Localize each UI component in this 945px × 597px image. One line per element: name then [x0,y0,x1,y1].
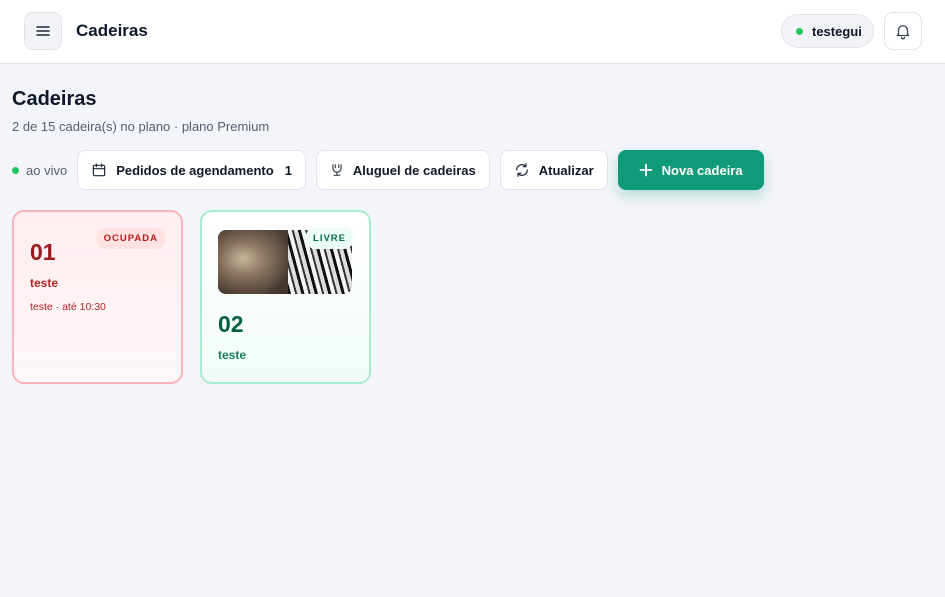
chair-name: teste [218,348,247,362]
new-chair-label: Nova cadeira [661,162,743,178]
booking-info: teste · até 10:30 [30,301,106,313]
plus-icon [639,163,653,177]
refresh-label: Atualizar [538,162,594,178]
status-badge: LIVRE [305,228,354,249]
hamburger-menu-icon [36,26,50,36]
chair-card-01[interactable]: OCUPADA 01 teste teste · até 10:30 [12,210,183,384]
toolbar: ao vivo Pedidos de agendamento 1 Aluguel… [12,150,774,190]
username: testegui [812,23,862,39]
refresh-icon [515,163,528,177]
live-label: ao vivo [26,162,68,178]
plan-summary: 2 de 15 cadeira(s) no plano · plano Prem… [12,119,270,134]
chair-rental-button[interactable]: Aluguel de cadeiras [315,150,490,190]
chair-number: 01 [30,239,56,265]
app-title: Cadeiras [76,21,148,40]
chair-rental-label: Aluguel de cadeiras [352,162,476,178]
photo-left-region [218,230,288,294]
appointment-requests-button[interactable]: Pedidos de agendamento 1 [77,150,306,190]
chair-name: teste [30,276,59,290]
top-bar: Cadeiras testegui [0,0,945,64]
refresh-button[interactable]: Atualizar [499,150,608,190]
notifications-button[interactable] [884,12,922,50]
new-chair-button[interactable]: Nova cadeira [617,150,764,190]
online-status-dot [796,27,803,35]
chair-card-02[interactable]: LIVRE 02 teste [200,210,371,384]
appointment-requests-label: Pedidos de agendamento [116,162,274,178]
chair-number: 02 [218,311,244,337]
chair-icon [332,164,342,176]
menu-button[interactable] [24,12,62,50]
status-badge: OCUPADA [95,228,166,249]
bell-icon [896,25,910,40]
calendar-icon [92,163,106,177]
appointment-requests-count: 1 [284,162,292,178]
live-indicator: ao vivo [12,163,67,178]
page-title: Cadeiras [12,88,97,110]
live-dot [12,166,19,174]
user-status-pill[interactable]: testegui [781,14,874,48]
